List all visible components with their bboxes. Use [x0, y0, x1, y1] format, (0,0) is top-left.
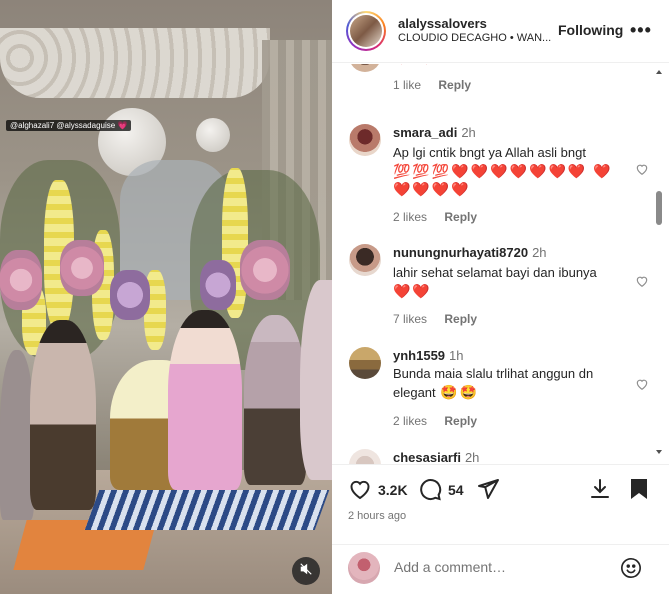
comment-bubble-icon	[418, 479, 442, 505]
reply-button[interactable]: Reply	[438, 78, 471, 92]
mute-button[interactable]	[292, 557, 320, 585]
like-count[interactable]: 3.2K	[378, 482, 408, 498]
heart-outline-icon	[635, 378, 649, 395]
add-comment-input[interactable]	[394, 559, 614, 575]
author-avatar[interactable]	[346, 11, 386, 51]
comment-time: 2h	[532, 245, 547, 260]
heart-icon	[348, 480, 372, 505]
post-actions: 3.2K 54 2 hours ago	[332, 464, 669, 544]
comment-button[interactable]	[418, 477, 442, 506]
download-icon	[588, 479, 612, 505]
comment-emoji: ❤️ ❤️ 👏	[393, 64, 629, 66]
comment-time: 2h	[464, 450, 480, 464]
comment-username[interactable]: ynh1559	[393, 348, 445, 363]
comment-count[interactable]: 54	[448, 482, 464, 498]
author-username[interactable]: alalyssalovers	[398, 16, 551, 32]
pink-flowers	[240, 240, 290, 300]
pink-flowers	[0, 250, 42, 310]
speaker-muted-icon	[299, 562, 313, 581]
comment-meta: 2 likes Reply	[393, 414, 629, 428]
paper-plane-icon	[476, 479, 500, 505]
heart-outline-icon	[635, 275, 649, 292]
share-button[interactable]	[476, 477, 500, 506]
emoji-button[interactable]	[620, 557, 642, 584]
commenter-avatar[interactable]	[349, 124, 381, 156]
pink-heart-emoji: 💗	[117, 121, 128, 130]
person	[30, 320, 96, 510]
comment-likes[interactable]: 2 likes	[393, 210, 427, 224]
following-button[interactable]: Following	[558, 22, 623, 38]
commenter-avatar[interactable]	[349, 347, 381, 379]
scroll-up-arrow[interactable]	[656, 70, 662, 74]
tagged-users-label[interactable]: @alghazali7 @alyssadaguise 💗	[6, 120, 132, 131]
person	[244, 315, 306, 485]
decor-orb	[196, 118, 230, 152]
comment-like-button[interactable]	[635, 162, 649, 181]
carpet	[84, 490, 330, 530]
reply-button[interactable]: Reply	[444, 312, 477, 326]
comment-username[interactable]: nunungnurhayati8720	[393, 245, 528, 260]
comment-text: lahir sehat selamat bayi dan ibunya	[393, 265, 597, 280]
person	[168, 310, 242, 490]
smiley-icon	[620, 558, 642, 583]
posted-time[interactable]: 2 hours ago	[348, 510, 406, 522]
comment-meta: 2 likes Reply	[393, 210, 629, 224]
comment-like-button[interactable]	[635, 377, 649, 396]
comment-likes[interactable]: 2 likes	[393, 414, 427, 428]
comment-username[interactable]: smara_adi	[393, 125, 457, 140]
commenter-avatar[interactable]	[349, 449, 381, 464]
commenter-avatar[interactable]	[349, 64, 381, 72]
comment-username[interactable]: chesasiarfi	[393, 450, 461, 464]
comment-likes[interactable]: 7 likes	[393, 312, 427, 326]
comment-emoji: ❤️❤️	[393, 283, 432, 299]
post-header: alalyssalovers CLOUDIO DECAGHO • WAN... …	[332, 0, 669, 63]
tagged-users-text: @alghazali7 @alyssadaguise	[10, 121, 116, 130]
more-icon: •••	[630, 20, 652, 40]
lace-backdrop	[0, 28, 270, 98]
bookmark-filled-icon	[628, 479, 650, 505]
reply-button[interactable]: Reply	[444, 210, 477, 224]
comment-like-button[interactable]	[635, 274, 649, 293]
commenter-avatar[interactable]	[349, 244, 381, 276]
comment-emoji: 💯💯💯❤️❤️❤️❤️❤️❤️❤️ ❤️❤️❤️❤️❤️	[393, 163, 613, 197]
comment-time: 2h	[461, 125, 476, 140]
audio-subtitle[interactable]: CLOUDIO DECAGHO • WAN...	[398, 32, 551, 46]
purple-flowers	[110, 270, 150, 320]
comment-emoji: 🤩🤩	[440, 384, 479, 400]
person	[300, 280, 332, 480]
save-button[interactable]	[628, 477, 650, 506]
heart-outline-icon	[635, 64, 649, 68]
comment-likes[interactable]: 1 like	[393, 78, 421, 92]
comment-meta: 7 likes Reply	[393, 312, 629, 326]
post-media[interactable]: @alghazali7 @alyssadaguise 💗	[0, 0, 332, 594]
purple-flowers	[200, 260, 236, 310]
person	[0, 350, 34, 520]
comment-text: Ap lgi cntik bngt ya Allah asli bngt	[393, 145, 586, 160]
reply-button[interactable]: Reply	[444, 414, 477, 428]
download-button[interactable]	[588, 477, 612, 506]
comments-list[interactable]: ❤️ ❤️ 👏 1 like Reply smara_adi 2h Ap lgi …	[332, 64, 669, 464]
pink-flowers	[60, 240, 104, 296]
post-side-panel: alalyssalovers CLOUDIO DECAGHO • WAN... …	[332, 0, 669, 594]
current-user-avatar	[348, 552, 380, 584]
more-options-button[interactable]: •••	[630, 20, 652, 41]
comment-meta: 1 like Reply	[393, 78, 629, 92]
add-comment-bar	[332, 544, 669, 594]
comment-text: Bunda maia slalu trlihat anggun dn elega…	[393, 366, 594, 400]
scroll-down-arrow[interactable]	[656, 450, 662, 454]
heart-outline-icon	[635, 163, 649, 180]
like-button[interactable]	[348, 477, 372, 506]
scroll-thumb[interactable]	[656, 191, 662, 225]
comments-scrollbar[interactable]	[656, 70, 662, 462]
comment-time: 1h	[449, 348, 464, 363]
comment-like-button[interactable]	[635, 64, 649, 69]
